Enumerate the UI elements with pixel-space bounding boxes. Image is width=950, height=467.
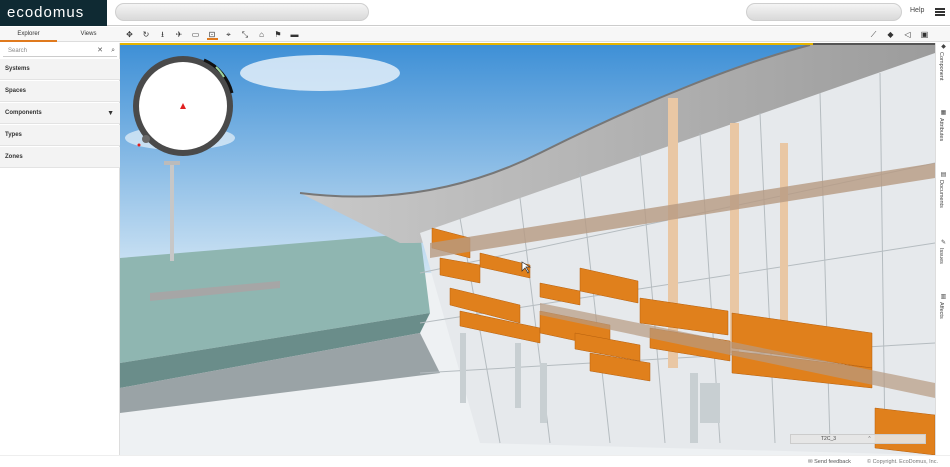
explorer-panel: Search ✕ ⌕ Systems Spaces Components ▼ T… <box>0 43 120 455</box>
tag-icon[interactable]: ⚑ <box>273 29 284 40</box>
nav-item-types[interactable]: Types <box>0 125 120 146</box>
load-progress-track <box>812 43 935 45</box>
3d-viewport[interactable]: T2C_3 ⌃ <box>120 43 935 455</box>
nav-item-systems[interactable]: Systems <box>0 59 120 80</box>
chevron-up-icon[interactable]: ⌃ <box>867 436 871 442</box>
fly-icon[interactable]: ✈ <box>174 29 185 40</box>
user-menu[interactable] <box>746 3 902 21</box>
load-progress-bar <box>120 43 813 45</box>
filter-icon[interactable]: ▼ <box>107 103 114 124</box>
hamburger-menu-icon[interactable] <box>935 8 945 16</box>
nav-item-spaces[interactable]: Spaces <box>0 81 120 102</box>
explorer-tabs: Explorer Views <box>0 27 120 42</box>
ecodomus-logo[interactable]: ecodomus <box>0 0 107 26</box>
section-box-icon[interactable]: ▭ <box>190 29 201 40</box>
issues-icon: ✎ <box>940 240 947 246</box>
right-tab-label: Affects <box>938 302 944 319</box>
chart-icon[interactable]: ⟋ <box>868 29 879 40</box>
right-tab-label: Issues <box>938 248 944 264</box>
layers-icon[interactable]: ◆ <box>885 29 896 40</box>
copyright-text: © Copyright. EcoDomus, Inc. <box>867 459 938 465</box>
path-icon[interactable]: ⤡ <box>240 29 251 40</box>
right-panel: ◆ Component ▦ Attributes ▤ Documents ✎ I… <box>935 43 950 455</box>
right-tab-label: Documents <box>938 180 944 208</box>
right-tab-attributes[interactable]: ▦ Attributes <box>936 109 950 171</box>
search-icon[interactable]: ⌕ <box>111 45 115 57</box>
light-pole <box>170 161 174 261</box>
search-input[interactable]: Search ✕ ⌕ <box>3 45 117 57</box>
nav-item-components[interactable]: Components ▼ <box>0 103 120 124</box>
3d-scene[interactable] <box>120 43 935 455</box>
level-label: T2C_3 <box>821 436 837 442</box>
ruler-icon[interactable]: ▬ <box>289 29 300 40</box>
toolbar: Explorer Views ✥ ↻ ⭳ ✈ ▭ ⊡ ⌖ ⤡ ⌂ ⚑ ▬ ⟋ ◆ ◁ ▣ <box>0 27 950 42</box>
measure-icon[interactable]: ⊡ <box>206 29 218 40</box>
nav-item-label: Components <box>5 110 42 116</box>
tab-explorer[interactable]: Explorer <box>0 27 57 42</box>
cloud <box>240 55 400 91</box>
project-selector[interactable] <box>115 3 369 21</box>
affects-icon: ▥ <box>940 294 947 300</box>
footer: ✉ Send feedback © Copyright. EcoDomus, I… <box>0 455 950 467</box>
attributes-icon: ▦ <box>940 110 947 116</box>
panel-icon[interactable]: ▣ <box>919 29 930 40</box>
component-icon: ◆ <box>941 44 946 50</box>
search-placeholder: Search <box>8 48 28 54</box>
home-icon[interactable]: ⌂ <box>256 29 267 40</box>
help-link[interactable]: Help <box>910 7 924 14</box>
level-selector[interactable]: T2C_3 ⌃ <box>790 434 926 444</box>
documents-icon: ▤ <box>940 172 947 178</box>
light-head <box>164 161 180 165</box>
right-tab-documents[interactable]: ▤ Documents <box>936 171 950 235</box>
move-icon[interactable]: ✥ <box>124 29 135 40</box>
right-tab-label: Attributes <box>938 118 944 142</box>
send-feedback-link[interactable]: ✉ Send feedback <box>808 459 851 465</box>
right-tab-issues[interactable]: ✎ Issues <box>936 239 950 291</box>
walk-icon[interactable]: ⭳ <box>157 29 168 40</box>
tab-views[interactable]: Views <box>60 27 117 42</box>
right-tab-label: Component <box>938 52 944 81</box>
nav-item-zones[interactable]: Zones <box>0 147 120 168</box>
audio-icon[interactable]: ◁ <box>902 29 913 40</box>
send-feedback-label: Send feedback <box>814 459 851 465</box>
right-tab-component[interactable]: ◆ Component <box>936 43 950 107</box>
navigation-compass[interactable] <box>133 56 234 156</box>
target-icon[interactable]: ⌖ <box>223 29 234 40</box>
clear-search-icon[interactable]: ✕ <box>97 45 103 57</box>
top-bar: ecodomus Help <box>0 0 950 26</box>
right-tab-affects[interactable]: ▥ Affects <box>936 293 950 343</box>
orbit-icon[interactable]: ↻ <box>141 29 152 40</box>
